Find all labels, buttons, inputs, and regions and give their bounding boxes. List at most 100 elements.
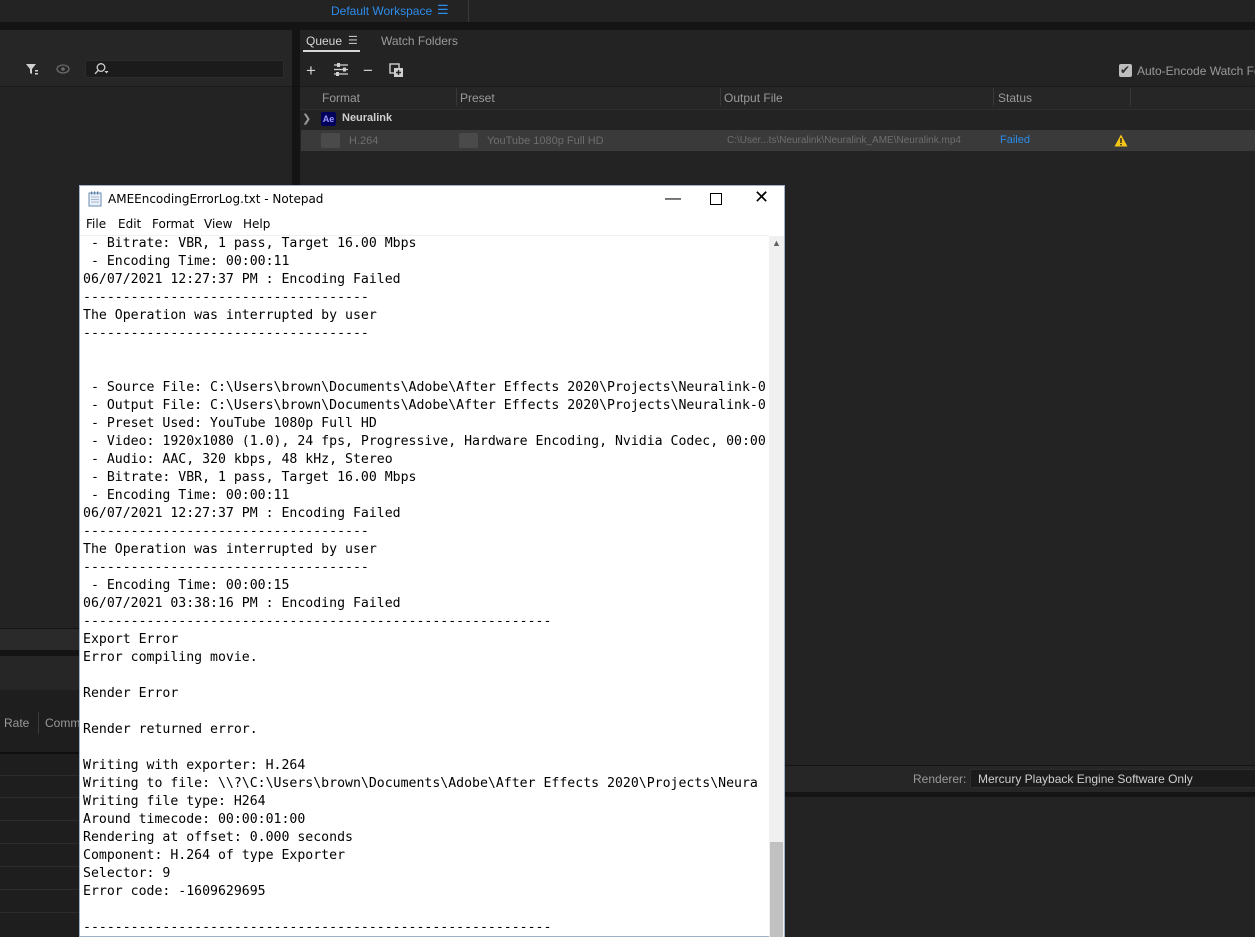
column-header-output-file[interactable]: Output File bbox=[724, 91, 783, 105]
after-effects-icon: Ae bbox=[321, 112, 336, 126]
remove-icon[interactable]: − bbox=[363, 61, 373, 81]
text-line: - Output File: C:\Users\brown\Documents\… bbox=[83, 398, 766, 413]
panel-menu-icon[interactable]: ☰ bbox=[348, 34, 358, 47]
text-line bbox=[83, 361, 766, 379]
text-line bbox=[83, 667, 766, 685]
preset-dropdown[interactable] bbox=[459, 133, 478, 148]
column-separator[interactable] bbox=[456, 88, 457, 106]
eye-icon[interactable] bbox=[56, 63, 70, 75]
scrollbar-thumb[interactable] bbox=[770, 842, 783, 937]
row-divider bbox=[0, 820, 80, 821]
vertical-scrollbar[interactable] bbox=[769, 236, 784, 937]
tab-queue[interactable]: Queue bbox=[306, 34, 342, 48]
text-line: - Source File: C:\Users\brown\Documents\… bbox=[83, 380, 766, 395]
workspace-label[interactable]: Default Workspace bbox=[331, 4, 432, 18]
text-line: 06/07/2021 03:38:16 PM : Encoding Failed bbox=[83, 596, 401, 611]
menu-help[interactable]: Help bbox=[243, 217, 270, 231]
warning-icon[interactable] bbox=[1114, 134, 1128, 147]
column-separator[interactable] bbox=[993, 88, 994, 106]
search-icon bbox=[94, 63, 109, 75]
menu-file[interactable]: File bbox=[86, 217, 106, 231]
column-header-comment[interactable]: Comm bbox=[45, 716, 80, 730]
text-line: Selector: 9 bbox=[83, 866, 171, 881]
text-line: Rendering at offset: 0.000 seconds bbox=[83, 830, 353, 845]
scroll-up-icon[interactable]: ▲ bbox=[772, 238, 781, 248]
format-dropdown[interactable] bbox=[321, 133, 340, 148]
text-line: Component: H.264 of type Exporter bbox=[83, 848, 346, 863]
add-source-icon[interactable]: + bbox=[306, 61, 316, 81]
header-divider bbox=[0, 752, 80, 754]
divider bbox=[468, 0, 469, 22]
menu-edit[interactable]: Edit bbox=[118, 217, 141, 231]
column-separator[interactable] bbox=[1130, 88, 1131, 106]
workspace-menu-icon[interactable]: ☰ bbox=[437, 2, 449, 18]
text-line: 06/07/2021 12:27:37 PM : Encoding Failed bbox=[83, 506, 401, 521]
text-line: Writing file type: H264 bbox=[83, 794, 266, 809]
job-output-file[interactable]: C:\User...ts\Neuralink\Neuralink_AME\Neu… bbox=[727, 135, 961, 146]
text-line bbox=[83, 343, 766, 361]
media-search-input[interactable] bbox=[85, 60, 284, 78]
text-line: Around timecode: 00:00:01:00 bbox=[83, 812, 306, 827]
row-divider bbox=[0, 912, 80, 913]
lower-panel-header bbox=[0, 628, 80, 651]
queue-settings-icon[interactable] bbox=[333, 62, 349, 77]
column-header-format[interactable]: Format bbox=[322, 91, 360, 105]
text-line bbox=[83, 901, 766, 919]
lower-panel-toolbar bbox=[0, 656, 80, 690]
text-line: Writing to file: \\?\C:\Users\brown\Docu… bbox=[83, 776, 758, 791]
text-line: ------------------------------------ bbox=[83, 560, 369, 575]
close-icon[interactable]: ✕ bbox=[754, 187, 769, 208]
active-tab-indicator bbox=[303, 50, 360, 52]
text-line: - Preset Used: YouTube 1080p Full HD bbox=[83, 416, 377, 431]
row-divider bbox=[0, 797, 80, 798]
text-line: The Operation was interrupted by user bbox=[83, 308, 377, 323]
job-format[interactable]: H.264 bbox=[349, 135, 378, 147]
text-line: ------------------------------------ bbox=[83, 326, 369, 341]
text-line: 06/07/2021 12:27:37 PM : Encoding Failed bbox=[83, 272, 401, 287]
menu-format[interactable]: Format bbox=[152, 217, 194, 231]
notepad-title: AMEEncodingErrorLog.txt - Notepad bbox=[108, 192, 324, 206]
text-line: Writing with exporter: H.264 bbox=[83, 758, 306, 773]
auto-encode-label[interactable]: Auto-Encode Watch Folders bbox=[1137, 64, 1255, 78]
checkmark-icon: ✔ bbox=[1120, 63, 1131, 77]
text-line bbox=[83, 703, 766, 721]
text-line: Error code: -1609629695 bbox=[83, 884, 266, 899]
text-line: - Video: 1920x1080 (1.0), 24 fps, Progre… bbox=[83, 434, 766, 449]
duplicate-icon[interactable] bbox=[389, 63, 404, 78]
filter-icon[interactable] bbox=[25, 62, 39, 76]
tab-watch-folders[interactable]: Watch Folders bbox=[381, 34, 458, 48]
column-header-preset[interactable]: Preset bbox=[460, 91, 495, 105]
column-header-status[interactable]: Status bbox=[998, 91, 1032, 105]
text-line: Export Error bbox=[83, 632, 179, 647]
notepad-text-area[interactable]: - Bitrate: VBR, 1 pass, Target 16.00 Mbp… bbox=[83, 235, 766, 937]
column-separator[interactable] bbox=[38, 712, 39, 734]
text-line: ------------------------------------ bbox=[83, 524, 369, 539]
row-divider bbox=[0, 866, 80, 867]
maximize-icon[interactable] bbox=[710, 193, 722, 205]
row-divider bbox=[0, 889, 80, 890]
text-line: - Bitrate: VBR, 1 pass, Target 16.00 Mbp… bbox=[83, 236, 417, 251]
column-header-rate[interactable]: Rate bbox=[4, 716, 29, 730]
chevron-down-icon[interactable]: ❯ bbox=[302, 112, 311, 125]
media-browser-toolbar bbox=[0, 30, 292, 87]
text-line: Render returned error. bbox=[83, 722, 258, 737]
column-separator[interactable] bbox=[720, 88, 721, 106]
workspace-bar bbox=[0, 0, 1255, 22]
text-line: - Encoding Time: 00:00:11 bbox=[83, 254, 290, 269]
text-line: Error compiling movie. bbox=[83, 650, 258, 665]
text-line: - Encoding Time: 00:00:15 bbox=[83, 578, 290, 593]
text-line: Render Error bbox=[83, 686, 179, 701]
text-line: ----------------------------------------… bbox=[83, 614, 552, 629]
renderer-value[interactable]: Mercury Playback Engine Software Only bbox=[978, 772, 1193, 786]
text-line: ----------------------------------------… bbox=[83, 920, 552, 935]
text-line: - Encoding Time: 00:00:11 bbox=[83, 488, 290, 503]
row-divider bbox=[0, 843, 80, 844]
text-line: ------------------------------------ bbox=[83, 290, 369, 305]
job-preset[interactable]: YouTube 1080p Full HD bbox=[487, 135, 604, 147]
minimize-icon[interactable]: — bbox=[665, 190, 681, 208]
job-status[interactable]: Failed bbox=[1000, 134, 1030, 146]
text-line bbox=[83, 739, 766, 757]
menu-view[interactable]: View bbox=[204, 217, 232, 231]
text-line: - Bitrate: VBR, 1 pass, Target 16.00 Mbp… bbox=[83, 470, 417, 485]
notepad-icon bbox=[88, 191, 102, 207]
